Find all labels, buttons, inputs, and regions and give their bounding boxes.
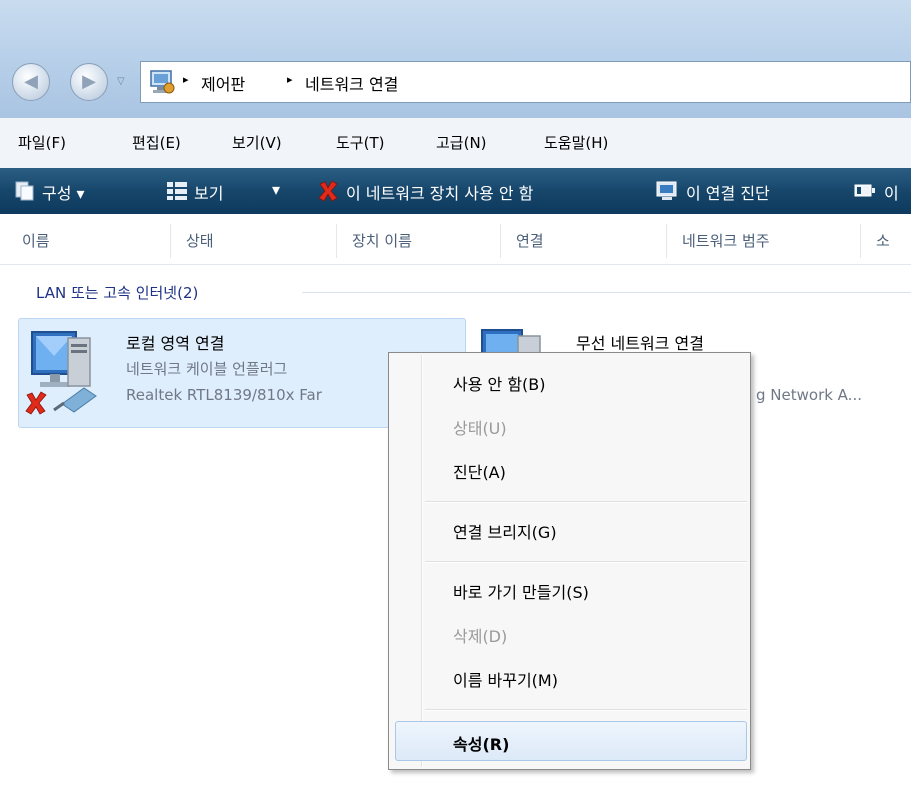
column-divider[interactable] [170, 224, 171, 258]
view-button[interactable]: 보기 [194, 180, 223, 204]
window-titlebar: ◀ ▶ ▽ ▸ 제어판 ▸ 네트워크 연결 [0, 0, 911, 118]
menu-item-rename[interactable]: 이름 바꾸기(M) [453, 667, 558, 691]
toolbar-truncated-button[interactable]: 이 [884, 180, 899, 204]
breadcrumb-arrow-icon[interactable]: ▸ [287, 73, 293, 86]
menu-separator [425, 561, 747, 563]
connection-name: 로컬 영역 연결 [126, 334, 225, 353]
column-header-row: 이름 상태 장치 이름 연결 네트워크 범주 소 [0, 218, 911, 265]
menu-item-disable[interactable]: 사용 안 함(B) [453, 371, 546, 395]
column-device-name[interactable]: 장치 이름 [352, 230, 412, 251]
column-name[interactable]: 이름 [22, 230, 50, 251]
red-x-icon [318, 180, 338, 202]
command-toolbar: 구성 ▾ 보기 ▾ 이 네트워크 장치 사용 안 함 이 연결 진단 이 [0, 168, 911, 214]
disconnected-red-x-icon [25, 391, 47, 415]
menu-bar: 파일(F) 편집(E) 보기(V) 도구(T) 고급(N) 도움말(H) [0, 118, 911, 169]
menu-file[interactable]: 파일(F) [18, 132, 66, 153]
menu-edit[interactable]: 편집(E) [132, 132, 181, 153]
menu-help[interactable]: 도움말(H) [544, 132, 608, 153]
connection-device: Realtek RTL8139/810x Far [126, 386, 322, 404]
column-divider[interactable] [860, 224, 861, 258]
connection-device: g Network A... [756, 386, 862, 404]
menu-separator [425, 709, 747, 711]
recent-pages-dropdown-icon[interactable]: ▽ [117, 76, 125, 87]
menu-item-properties[interactable]: 속성(R) [453, 731, 509, 755]
menu-item-bridge-connections[interactable]: 연결 브리지(G) [453, 519, 557, 543]
menu-view[interactable]: 보기(V) [232, 132, 282, 153]
group-divider [302, 292, 911, 293]
organize-icon [15, 181, 34, 201]
menu-advanced[interactable]: 고급(N) [436, 132, 487, 153]
menu-item-status: 상태(U) [453, 419, 507, 438]
menu-item-delete: 삭제(D) [453, 627, 508, 646]
column-divider[interactable] [666, 224, 667, 258]
view-icon [167, 182, 187, 200]
connection-status: 네트워크 케이블 언플러그 [126, 360, 288, 378]
back-button[interactable]: ◀ [12, 63, 50, 101]
context-menu: 사용 안 함(B) 상태(U) 진단(A) 연결 브리지(G) 바로 가기 만들… [388, 352, 751, 770]
column-owner-truncated[interactable]: 소 [876, 230, 890, 251]
control-panel-icon [150, 70, 175, 94]
column-network-category[interactable]: 네트워크 범주 [682, 230, 770, 251]
breadcrumb-network-connections[interactable]: 네트워크 연결 [305, 71, 398, 95]
context-menu-gutter [421, 355, 423, 767]
organize-button[interactable]: 구성 ▾ [42, 180, 85, 204]
column-divider[interactable] [500, 224, 501, 258]
menu-separator [425, 501, 747, 503]
column-divider[interactable] [336, 224, 337, 258]
menu-item-highlight[interactable] [395, 721, 747, 761]
menu-item-create-shortcut[interactable]: 바로 가기 만들기(S) [453, 579, 589, 603]
address-bar[interactable]: ▸ 제어판 ▸ 네트워크 연결 [140, 61, 911, 103]
column-status[interactable]: 상태 [186, 230, 214, 251]
group-header-lan[interactable]: LAN 또는 고속 인터넷(2) [36, 282, 198, 303]
menu-tools[interactable]: 도구(T) [336, 132, 384, 153]
view-dropdown-icon[interactable]: ▾ [272, 180, 280, 199]
diagnose-button[interactable]: 이 연결 진단 [686, 180, 770, 204]
menu-item-diagnose[interactable]: 진단(A) [453, 459, 506, 483]
column-connectivity[interactable]: 연결 [516, 230, 544, 251]
network-adapter-icon [854, 184, 875, 197]
disable-device-button[interactable]: 이 네트워크 장치 사용 안 함 [346, 180, 533, 204]
forward-button[interactable]: ▶ [70, 63, 108, 101]
breadcrumb-arrow-icon[interactable]: ▸ [183, 73, 189, 86]
diagnose-icon [656, 181, 677, 200]
connection-name: 무선 네트워크 연결 [576, 334, 704, 353]
breadcrumb-control-panel[interactable]: 제어판 [201, 71, 245, 95]
